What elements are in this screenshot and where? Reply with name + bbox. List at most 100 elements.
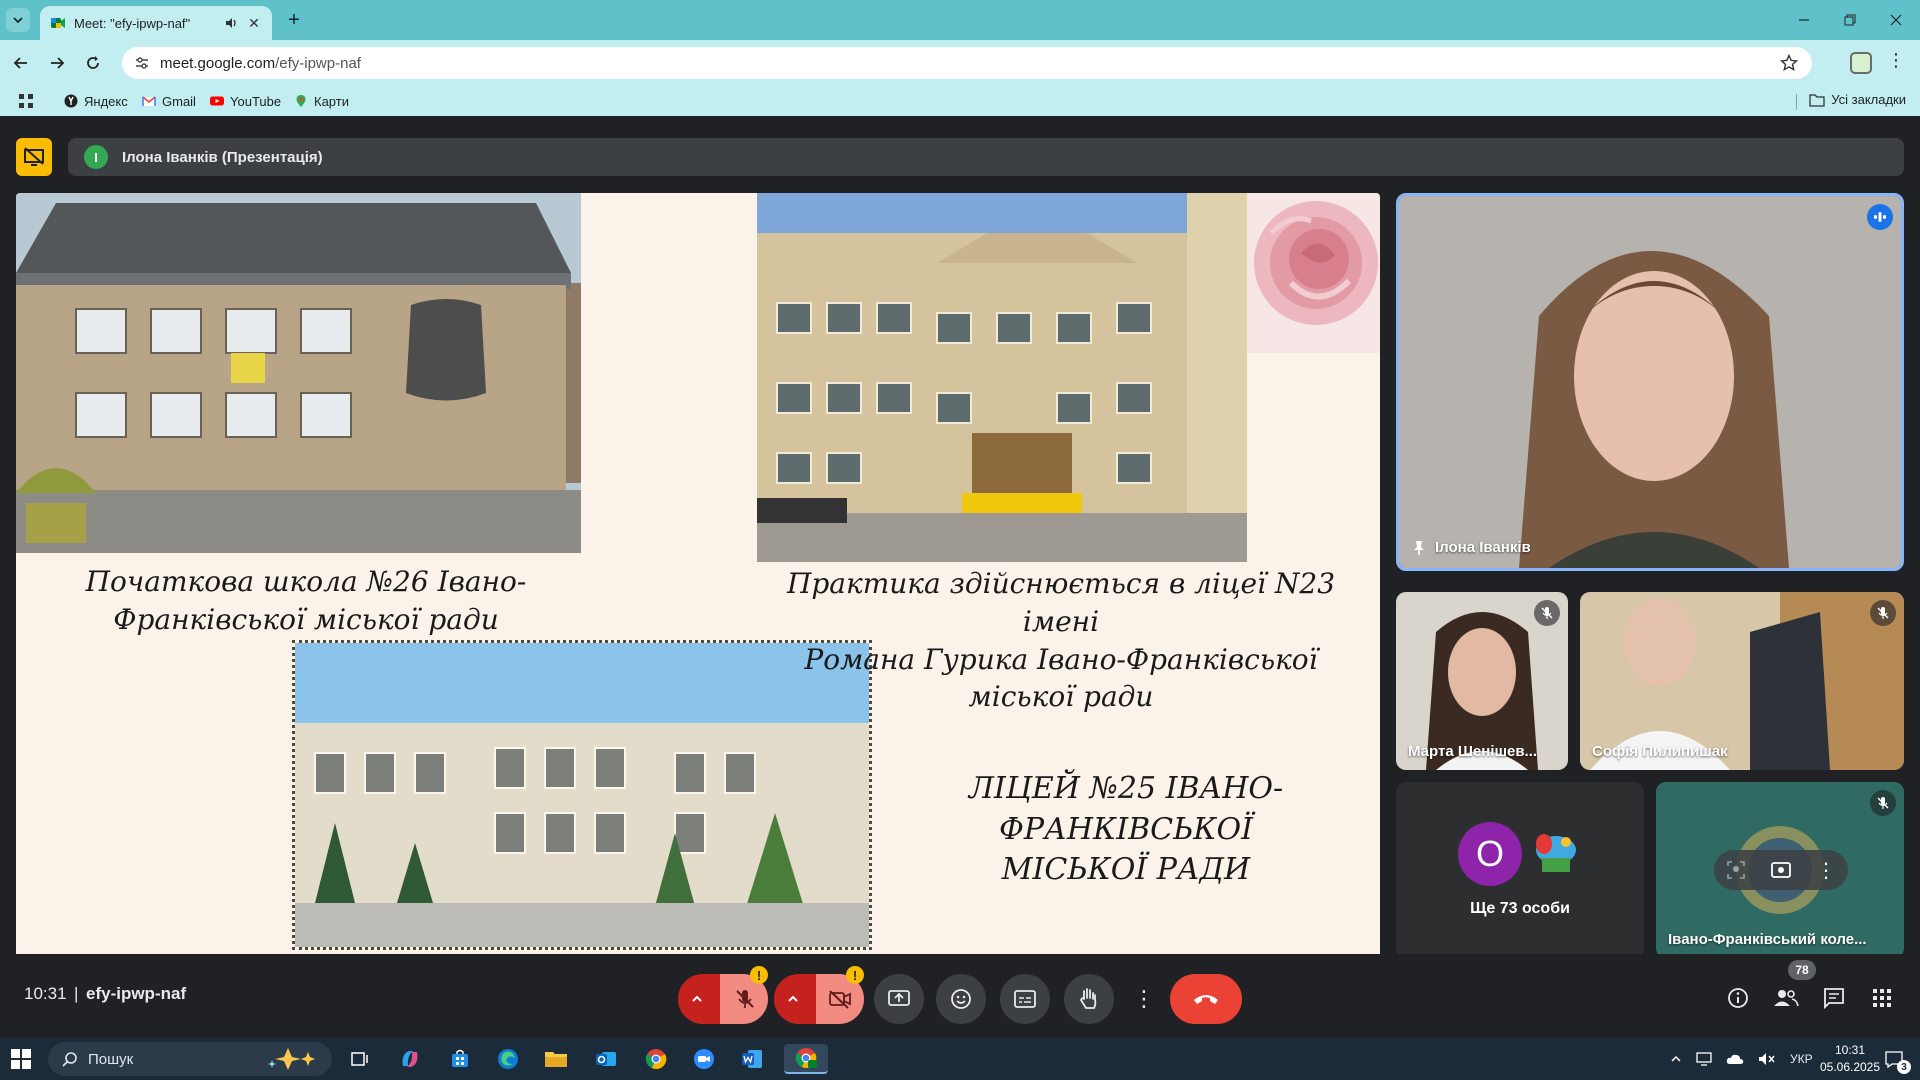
participant-tile-college[interactable]: ⋮ Івано-Франківський коле... [1656, 782, 1904, 958]
yandex-icon [64, 94, 78, 108]
close-window-button[interactable] [1876, 8, 1916, 32]
pin-icon [1414, 540, 1424, 555]
info-icon [1728, 988, 1748, 1008]
hand-icon [1080, 988, 1097, 1009]
bookmark-youtube[interactable]: YouTube [210, 92, 281, 110]
youtube-icon [210, 96, 224, 106]
bookmarks-bar: Яндекс Gmail YouTube Карти Усі закладки [0, 86, 1920, 116]
more-options-icon[interactable]: ⋮ [1816, 858, 1836, 883]
browser-tab-meet[interactable]: Meet: "efy-ipwp-naf" ✕ [40, 6, 272, 40]
meeting-details-button[interactable] [1720, 980, 1756, 1016]
participant-tile-sofia[interactable]: Софія Пилипишак [1580, 592, 1904, 770]
present-screen-button[interactable] [874, 974, 924, 1024]
taskbar-search[interactable]: Пошук [48, 1042, 332, 1076]
chevron-up-icon[interactable] [1670, 1053, 1682, 1065]
presenter-avatar: І [84, 145, 108, 169]
back-button[interactable] [8, 50, 34, 76]
bookmark-maps[interactable]: Карти [294, 92, 349, 110]
minimize-icon [1799, 19, 1809, 21]
task-view-button[interactable] [344, 1044, 376, 1074]
zoom-app[interactable] [688, 1044, 720, 1074]
bookmark-gmail[interactable]: Gmail [142, 92, 196, 110]
caption-line: Практика здійснюється в ліцеї N23 імені [786, 567, 1336, 638]
participant-name-marta: Марта Шенішев... [1408, 743, 1538, 760]
bookmark-yandex[interactable]: Яндекс [64, 92, 128, 110]
cloud-icon[interactable] [1726, 1053, 1744, 1065]
minimize-window-button[interactable] [1784, 8, 1824, 32]
file-explorer-app[interactable] [540, 1044, 572, 1074]
frame-person-icon[interactable] [1726, 860, 1746, 880]
restore-window-button[interactable] [1830, 8, 1870, 32]
extension-icon[interactable] [1850, 52, 1872, 74]
speaker-muted-icon[interactable] [1758, 1052, 1776, 1066]
browser-menu-button[interactable]: ⋮ [1886, 50, 1906, 76]
folder-icon [545, 1052, 567, 1067]
meet-stage: І Ілона Іванків (Презентація) Початкова … [0, 116, 1920, 1038]
windows-start-icon[interactable] [10, 1048, 32, 1070]
reload-button[interactable] [80, 50, 106, 76]
camera-warning-badge: ! [846, 966, 864, 984]
stop-presenting-button[interactable] [16, 138, 52, 176]
captions-button[interactable] [1000, 974, 1050, 1024]
clock-date: 05.06.2025 [1819, 1060, 1881, 1074]
tab-search-button[interactable] [6, 8, 30, 32]
mic-muted-indicator [1534, 600, 1560, 626]
activities-button[interactable] [1864, 980, 1900, 1016]
mic-off-icon[interactable] [734, 988, 756, 1010]
chrome-app-active[interactable] [784, 1044, 828, 1074]
apps-button[interactable] [18, 92, 34, 110]
participant-tile-others[interactable]: О Ще 73 особи [1396, 782, 1644, 958]
mic-off-icon [1877, 797, 1889, 809]
chevron-up-icon[interactable] [690, 992, 704, 1006]
arrow-right-icon [51, 57, 65, 69]
bookmark-label: YouTube [230, 93, 282, 109]
system-clock[interactable]: 10:31 05.06.2025 [1818, 1042, 1882, 1076]
more-options-button[interactable]: ⋮ [1126, 974, 1162, 1024]
speaker-icon[interactable] [224, 16, 238, 30]
gmail-icon [142, 96, 156, 106]
zoom-icon [694, 1049, 714, 1069]
chat-button[interactable] [1816, 980, 1852, 1016]
copilot-app[interactable] [394, 1044, 426, 1074]
people-button[interactable] [1768, 980, 1804, 1016]
participant-tile-marta[interactable]: Марта Шенішев... [1396, 592, 1568, 770]
input-language[interactable]: УКР [1790, 1052, 1813, 1066]
chrome-app[interactable] [640, 1044, 672, 1074]
participant-avatar-icon [1524, 824, 1580, 880]
arrow-left-icon [13, 57, 27, 69]
bookmark-star-icon[interactable] [1780, 54, 1798, 72]
chat-icon [1824, 988, 1844, 1009]
word-app[interactable] [736, 1044, 768, 1074]
forward-button[interactable] [44, 50, 70, 76]
participant-tile-main[interactable]: Ілона Іванків [1396, 193, 1904, 571]
leave-call-button[interactable] [1170, 974, 1242, 1024]
address-bar[interactable]: meet.google.com/efy-ipwp-naf [122, 47, 1812, 79]
raise-hand-button[interactable] [1064, 974, 1114, 1024]
mic-off-icon [1541, 607, 1553, 619]
present-off-icon [24, 147, 44, 166]
all-bookmarks-button[interactable]: Усі закладки [1809, 92, 1906, 107]
close-tab-icon[interactable]: ✕ [246, 15, 262, 32]
reactions-button[interactable] [936, 974, 986, 1024]
store-app[interactable] [444, 1044, 476, 1074]
bookmarks-separator [1796, 94, 1797, 110]
camera-off-icon[interactable] [828, 989, 852, 1009]
others-count-label: Ще 73 особи [1470, 900, 1570, 917]
notifications-button[interactable]: 3 [1884, 1038, 1911, 1080]
outlook-app[interactable] [590, 1044, 622, 1074]
more-vertical-icon: ⋮ [1887, 50, 1905, 70]
emoji-icon [951, 989, 971, 1009]
chevron-up-icon[interactable] [786, 992, 800, 1006]
display-icon[interactable] [1696, 1052, 1712, 1066]
caption-line: МІСЬКОЇ РАДИ [1001, 852, 1251, 887]
site-settings-icon[interactable] [134, 55, 150, 71]
new-tab-button[interactable]: + [282, 8, 306, 32]
chevron-down-icon [13, 17, 23, 24]
google-meet-favicon-icon [51, 18, 65, 28]
pin-to-screen-icon[interactable] [1770, 860, 1792, 880]
url-host: meet.google.com [160, 54, 276, 72]
present-screen-icon [888, 990, 910, 1006]
bookmark-label: Карти [314, 93, 349, 109]
mic-control-group: ! [678, 966, 768, 1024]
edge-app[interactable] [492, 1044, 524, 1074]
